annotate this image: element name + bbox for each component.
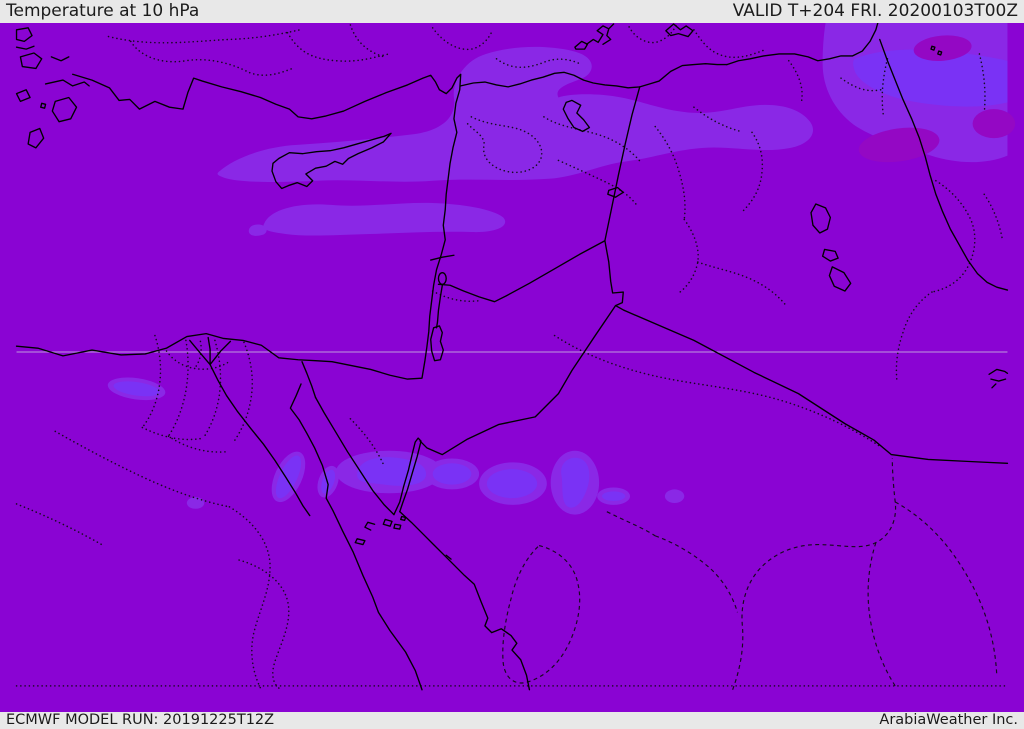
weather-map-screen: Temperature at 10 hPa VALID T+204 FRI. 2… xyxy=(0,0,1024,729)
shade-blob-small xyxy=(248,224,267,236)
footer-bar: ECMWF MODEL RUN: 20191225T12Z ArabiaWeat… xyxy=(0,712,1024,729)
valid-time-label: VALID T+204 FRI. 20200103T00Z xyxy=(732,1,1018,21)
shade-core xyxy=(486,469,538,499)
shade-band-south-of-cyprus xyxy=(263,202,506,236)
map-area xyxy=(0,23,1024,712)
shade-core xyxy=(601,491,626,502)
credit-label: ArabiaWeather Inc. xyxy=(879,712,1018,729)
model-run-label: ECMWF MODEL RUN: 20191225T12Z xyxy=(6,712,275,729)
shade-core xyxy=(432,463,472,485)
header-bar: Temperature at 10 hPa VALID T+204 FRI. 2… xyxy=(0,0,1024,23)
shade-halo xyxy=(186,497,205,509)
weather-map-svg xyxy=(15,23,1016,691)
shade-dark-patch xyxy=(972,109,1016,139)
temperature-shading xyxy=(16,23,1016,690)
map-title: Temperature at 10 hPa xyxy=(6,1,200,21)
shade-halo xyxy=(664,489,685,503)
